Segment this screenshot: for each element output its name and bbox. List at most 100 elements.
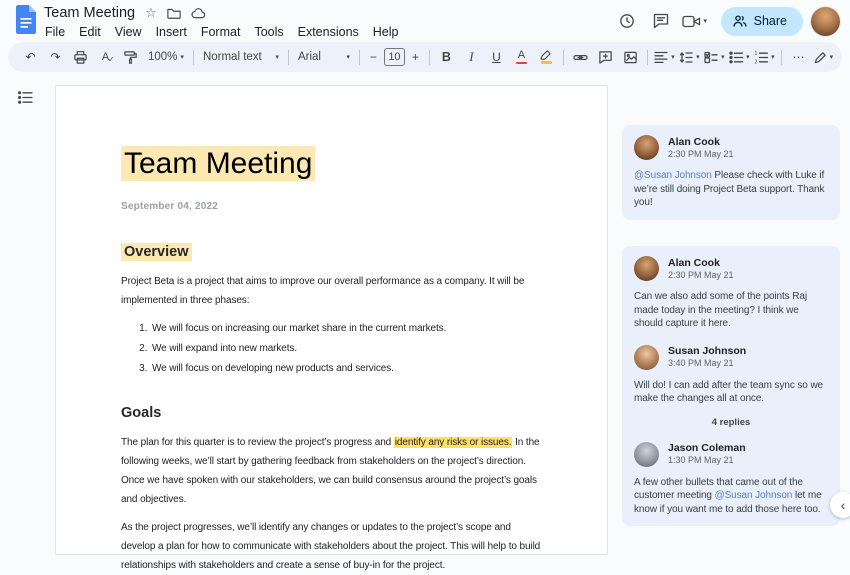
comment-thread-card[interactable]: Alan Cook 2:30 PM May 21 Can we also add… xyxy=(622,246,840,526)
mention-link[interactable]: @Susan Johnson xyxy=(634,170,712,181)
underline-button[interactable]: U xyxy=(485,45,508,69)
docs-logo-icon[interactable] xyxy=(15,5,37,34)
menu-extensions[interactable]: Extensions xyxy=(291,24,366,40)
author-avatar xyxy=(634,135,659,160)
overview-highlight[interactable]: Overview xyxy=(121,243,192,261)
phase-item[interactable]: We will expand into new markets. xyxy=(150,339,545,358)
divider xyxy=(780,49,782,65)
zoom-select[interactable]: 100% ▾ xyxy=(143,45,189,69)
menu-file[interactable]: File xyxy=(38,24,72,40)
doc-date[interactable]: September 04, 2022 xyxy=(121,197,545,216)
document-body[interactable]: Team Meeting September 04, 2022 Overview… xyxy=(56,86,607,575)
insert-link-button[interactable] xyxy=(569,45,592,69)
editing-mode-button[interactable]: ▾ xyxy=(812,45,835,69)
document-page[interactable]: Team Meeting September 04, 2022 Overview… xyxy=(55,85,608,571)
checklist-button[interactable]: ▾ xyxy=(703,45,726,69)
text-color-button[interactable]: A xyxy=(510,45,533,69)
more-options-button[interactable]: ⋯ xyxy=(787,45,810,69)
italic-button[interactable]: I xyxy=(460,45,483,69)
divider xyxy=(428,49,430,65)
share-button[interactable]: Share xyxy=(720,6,803,36)
phase-item[interactable]: We will focus on increasing our market s… xyxy=(150,319,545,338)
menu-view[interactable]: View xyxy=(108,24,149,40)
chevron-left-icon: ‹ xyxy=(840,497,846,513)
people-icon xyxy=(733,15,747,27)
font-size-input[interactable]: 10 xyxy=(383,48,405,66)
svg-text:1: 1 xyxy=(755,51,758,57)
divider xyxy=(358,49,360,65)
numbered-list-button[interactable]: 12 ▾ xyxy=(753,45,776,69)
menu-help[interactable]: Help xyxy=(366,24,406,40)
comment-timestamp: 1:30 PM May 21 xyxy=(668,455,734,465)
meet-video-button[interactable]: ▾ xyxy=(679,5,711,37)
highlighted-text[interactable]: identify any risks or issues. xyxy=(393,437,513,448)
comment-entry[interactable]: Alan Cook 2:30 PM May 21 Can we also add… xyxy=(634,256,828,331)
star-icon[interactable]: ☆ xyxy=(145,5,157,21)
divider xyxy=(646,49,648,65)
document-outline-icon[interactable] xyxy=(13,85,37,109)
paint-format-button[interactable] xyxy=(119,45,142,69)
mention-link[interactable]: @Susan Johnson xyxy=(715,490,793,501)
title-highlight[interactable]: Team Meeting xyxy=(121,146,316,181)
comment-author: Jason Coleman xyxy=(668,442,746,454)
paragraph-style-select[interactable]: Normal text ▾ xyxy=(198,45,284,69)
overview-paragraph[interactable]: Project Beta is a project that aims to i… xyxy=(121,272,545,310)
comment-author: Alan Cook xyxy=(668,135,720,148)
toolbar: ↶ ↷ A ✓ 100% ▾ Normal text ▾ Arial ▾ − 10 + … xyxy=(8,42,842,72)
increase-font-size-button[interactable]: + xyxy=(407,45,424,69)
header: Team Meeting ☆ File Edit View Insert For… xyxy=(0,0,850,40)
share-label: Share xyxy=(753,14,787,28)
comment-entry[interactable]: Susan Johnson 3:40 PM May 21 Will do! I … xyxy=(634,344,828,406)
comment-timestamp: 2:30 PM May 21 xyxy=(668,269,734,280)
goals-heading[interactable]: Goals xyxy=(121,404,545,423)
comment-entry[interactable]: Jason Coleman 1:30 PM May 21 A few other… xyxy=(634,441,828,517)
replies-count[interactable]: 4 replies xyxy=(634,417,828,428)
line-spacing-button[interactable]: ▾ xyxy=(678,45,701,69)
undo-button[interactable]: ↶ xyxy=(19,45,42,69)
menubar: File Edit View Insert Format Tools Exten… xyxy=(38,24,406,40)
author-avatar xyxy=(634,256,659,281)
svg-text:2: 2 xyxy=(755,59,758,64)
highlight-color-button[interactable] xyxy=(535,45,558,69)
add-comment-button[interactable] xyxy=(594,45,617,69)
title-block: Team Meeting ☆ File Edit View Insert For… xyxy=(44,3,406,40)
move-folder-icon[interactable] xyxy=(167,7,181,19)
doc-title-heading[interactable]: Team Meeting xyxy=(121,144,545,184)
font-family-select[interactable]: Arial ▾ xyxy=(293,45,355,69)
collapse-panel-button[interactable]: ‹ xyxy=(830,492,850,518)
menu-insert[interactable]: Insert xyxy=(149,24,194,40)
user-avatar[interactable] xyxy=(811,6,840,36)
comment-text: Will do! I can add after the team sync s… xyxy=(634,379,824,405)
insert-image-button[interactable] xyxy=(619,45,642,69)
comment-text: A few other bullets that came out of the… xyxy=(634,476,822,515)
bold-button[interactable]: B xyxy=(435,45,458,69)
hide-menus-button[interactable]: ∧ xyxy=(837,45,842,69)
redo-button[interactable]: ↷ xyxy=(44,45,67,69)
decrease-font-size-button[interactable]: − xyxy=(365,45,382,69)
comment-text: Can we also add some of the points Raj m… xyxy=(634,291,807,329)
author-avatar xyxy=(634,441,659,467)
cloud-status-icon[interactable] xyxy=(191,7,206,19)
goals-paragraph-2[interactable]: As the project progresses, we’ll identif… xyxy=(121,518,545,575)
menu-tools[interactable]: Tools xyxy=(247,24,290,40)
align-button[interactable]: ▾ xyxy=(653,45,676,69)
menu-format[interactable]: Format xyxy=(194,24,248,40)
bulleted-list-button[interactable]: ▾ xyxy=(728,45,751,69)
version-history-button[interactable] xyxy=(611,5,643,37)
spellcheck-button[interactable]: A ✓ xyxy=(94,45,117,69)
document-title[interactable]: Team Meeting xyxy=(44,5,135,21)
comment-card[interactable]: Alan Cook 2:30 PM May 21 @Susan Johnson … xyxy=(622,125,840,220)
print-button[interactable] xyxy=(69,45,92,69)
overview-heading[interactable]: Overview xyxy=(121,243,545,262)
goals-paragraph-1[interactable]: The plan for this quarter is to review t… xyxy=(121,433,545,509)
author-avatar xyxy=(634,344,659,370)
menu-edit[interactable]: Edit xyxy=(72,24,108,40)
comment-author: Susan Johnson xyxy=(668,345,747,357)
comment-timestamp: 3:40 PM May 21 xyxy=(668,358,734,368)
phases-list: We will focus on increasing our market s… xyxy=(121,319,545,378)
comments-button[interactable] xyxy=(645,5,677,37)
comment-timestamp: 2:30 PM May 21 xyxy=(668,148,734,159)
phase-item[interactable]: We will focus on developing new products… xyxy=(150,359,545,378)
comment-text: @Susan Johnson Please check with Luke if… xyxy=(634,170,825,208)
divider xyxy=(192,49,194,65)
